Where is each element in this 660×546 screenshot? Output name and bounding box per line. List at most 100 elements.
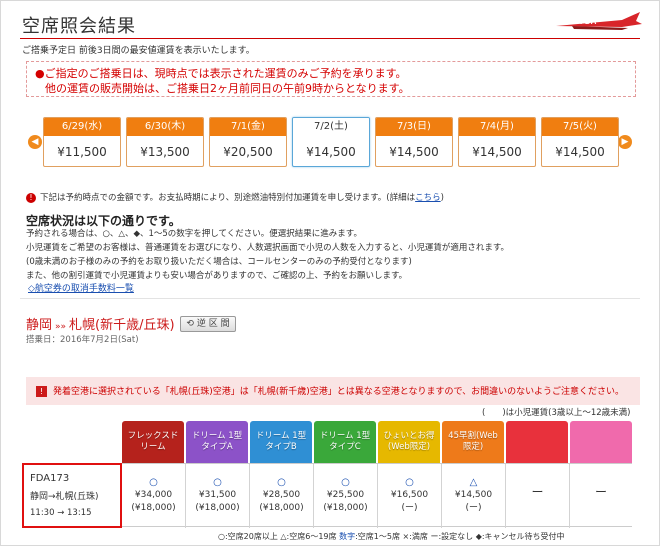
date-price: ¥20,500 <box>223 145 273 159</box>
chevron-left-icon[interactable]: ◀ <box>28 135 42 149</box>
reverse-route-button[interactable]: ⟲ 逆 区 間 <box>180 316 236 332</box>
price-info-close: ) <box>440 193 444 203</box>
adult-fare: ¥14,500 <box>454 490 493 500</box>
fare-cell[interactable]: ○ ¥28,500 (¥18,000) <box>250 464 314 528</box>
route-arrow: »» <box>55 322 67 332</box>
availability-mark: ○ <box>277 477 286 488</box>
child-fare: (¥18,000) <box>195 503 240 513</box>
adult-fare: ¥28,500 <box>262 490 301 500</box>
price-info-text: 下記は予約時点での金額です。お支払時期により、別途燃油特別付加運賃を申し受けます… <box>40 193 416 203</box>
date-label: 7/3(日) <box>376 118 452 136</box>
route-heading: 静岡»» 札幌(新千歳/丘珠) <box>26 314 175 333</box>
date-price: ¥14,500 <box>306 145 356 159</box>
legend-number: 数字 <box>339 532 356 541</box>
availability-line: 予約される場合は、○、△、◆、1〜5の数字を押してください。便選択結果に進みます… <box>26 229 362 239</box>
refresh-icon: ⟲ <box>186 319 194 329</box>
date-price: ¥11,500 <box>57 145 107 159</box>
availability-legend: ○:空席20席以上 △:空席6〜19席 数字:空席1〜5席 ×:満席 ー:設定な… <box>218 531 565 542</box>
date-card-0630[interactable]: 6/30(木) ¥13,500 <box>126 117 204 167</box>
flight-info-box: FDA173 静岡→札幌(丘珠) 11:30 → 13:15 <box>22 463 122 528</box>
legend-number-desc: :空席1〜5席 <box>355 532 400 541</box>
date-price: ¥14,500 <box>555 145 605 159</box>
date-label: 6/30(木) <box>127 118 203 136</box>
boarding-date: 搭乗日：2016年7月2日(Sat) <box>26 335 139 345</box>
date-price: ¥14,500 <box>472 145 522 159</box>
legend-triangle: △:空席6〜19席 <box>280 532 337 541</box>
not-set-mark: ー <box>531 485 544 499</box>
date-card-0702-selected[interactable]: 7/2(土) ¥14,500 <box>292 117 370 167</box>
date-label: 7/1(金) <box>210 118 286 136</box>
price-range-note: ご搭乗予定日 前後3日間の最安値運賃を表示いたします。 <box>22 46 255 56</box>
fare-header-45-early: 45早割(Web限定) <box>442 421 504 463</box>
reverse-route-label: 逆 区 間 <box>196 319 230 329</box>
fare-cell: ー <box>570 464 632 528</box>
date-label: 6/29(水) <box>44 118 120 136</box>
date-card-0629[interactable]: 6/29(水) ¥11,500 <box>43 117 121 167</box>
page-title: 空席照会結果 <box>22 16 136 37</box>
fare-header-pink <box>570 421 632 463</box>
fda-logo: FDA <box>552 8 644 36</box>
legend-circle: ○:空席20席以上 <box>218 532 278 541</box>
adult-fare: ¥34,000 <box>134 490 173 500</box>
date-label: 7/2(土) <box>293 118 369 136</box>
fare-header-hyoi: ひょいとお得 (Web限定) <box>378 421 440 463</box>
fare-cell[interactable]: ○ ¥34,000 (¥18,000) <box>122 464 186 528</box>
availability-mark: ○ <box>149 477 158 488</box>
notice-line-1: ●ご指定のご搭乗日は、現時点では表示された運賃のみご予約を承ります。 <box>35 67 407 80</box>
fare-cell[interactable]: ○ ¥16,500 (ー) <box>378 464 442 528</box>
fare-header-dream-a: ドリーム 1型タイプA <box>186 421 248 463</box>
availability-description: 予約される場合は、○、△、◆、1〜5の数字を押してください。便選択結果に進みます… <box>26 227 509 283</box>
fare-header-dream-c: ドリーム 1型タイプC <box>314 421 376 463</box>
fare-header-flex-dream: フレックスドリーム <box>122 421 184 463</box>
date-card-0703[interactable]: 7/3(日) ¥14,500 <box>375 117 453 167</box>
cancellation-fee-link[interactable]: ◇航空券の取消手数料一覧 <box>28 281 134 294</box>
date-price: ¥14,500 <box>389 145 439 159</box>
flight-time: 11:30 → 13:15 <box>30 508 92 518</box>
child-fare-note: ( )は小児運賃(3歳以上〜12歳未満) <box>482 408 631 418</box>
fare-header-red <box>506 421 568 463</box>
fare-cell[interactable]: ○ ¥31,500 (¥18,000) <box>186 464 250 528</box>
availability-line: 小児運賃をご希望のお客様は、普通運賃をお選びになり、人数選択画面で小児の人数を入… <box>26 243 509 253</box>
date-card-0704[interactable]: 7/4(月) ¥14,500 <box>458 117 536 167</box>
section-divider <box>20 298 640 299</box>
notice-line-2: 他の運賃の販売開始は、ご搭乗日2ヶ月前同日の午前9時からとなります。 <box>45 82 410 95</box>
fare-sale-notice: ●ご指定のご搭乗日は、現時点では表示された運賃のみご予約を承ります。 他の運賃の… <box>26 61 636 97</box>
airport-warning: ! 発着空港に選択されている「札幌(丘珠)空港」は「札幌(新千歳)空港」とは異なる… <box>26 377 640 405</box>
fare-cell[interactable]: △ ¥14,500 (ー) <box>442 464 506 528</box>
availability-mark: ○ <box>405 477 414 488</box>
warning-icon: ! <box>36 386 47 397</box>
adult-fare: ¥31,500 <box>198 490 237 500</box>
airport-warning-text: 発着空港に選択されている「札幌(丘珠)空港」は「札幌(新千歳)空港」とは異なる空… <box>53 387 624 397</box>
child-fare: (¥18,000) <box>259 503 304 513</box>
fare-cell[interactable]: ○ ¥25,500 (¥18,000) <box>314 464 378 528</box>
adult-fare: ¥16,500 <box>390 490 429 500</box>
date-card-0701[interactable]: 7/1(金) ¥20,500 <box>209 117 287 167</box>
availability-mark: △ <box>469 477 478 488</box>
legend-none: ー:設定なし <box>430 532 474 541</box>
alert-icon: ! <box>26 193 36 203</box>
date-card-0705[interactable]: 7/5(火) ¥14,500 <box>541 117 619 167</box>
title-divider <box>20 38 640 39</box>
chevron-right-icon[interactable]: ▶ <box>618 135 632 149</box>
availability-line: (0歳未満のお子様のみの予約をお取り扱いただく場合は、コールセンターのみの予約受… <box>26 257 412 267</box>
fare-cell: ー <box>506 464 570 528</box>
flight-route: 静岡→札幌(丘珠) <box>30 492 99 502</box>
date-label: 7/4(月) <box>459 118 535 136</box>
adult-fare: ¥25,500 <box>326 490 365 500</box>
flight-number: FDA173 <box>30 473 70 484</box>
availability-mark: ○ <box>213 477 222 488</box>
fare-header-dream-b: ドリーム 1型タイプB <box>250 421 312 463</box>
not-set-mark: ー <box>594 485 607 499</box>
legend-cancel: ◆:キャンセル待ち受付中 <box>475 532 565 541</box>
child-fare: (¥18,000) <box>323 503 368 513</box>
availability-mark: ○ <box>341 477 350 488</box>
date-label: 7/5(火) <box>542 118 618 136</box>
child-fare: (ー) <box>401 503 418 513</box>
route-destination: 札幌(新千歳/丘珠) <box>69 318 175 333</box>
route-origin: 静岡 <box>26 318 53 333</box>
details-link[interactable]: こちら <box>415 193 441 203</box>
child-fare: (ー) <box>465 503 482 513</box>
fare-row-fda173: ○ ¥34,000 (¥18,000) ○ ¥31,500 (¥18,000) … <box>122 463 632 528</box>
date-price: ¥13,500 <box>140 145 190 159</box>
legend-full: ×:満席 <box>402 532 428 541</box>
